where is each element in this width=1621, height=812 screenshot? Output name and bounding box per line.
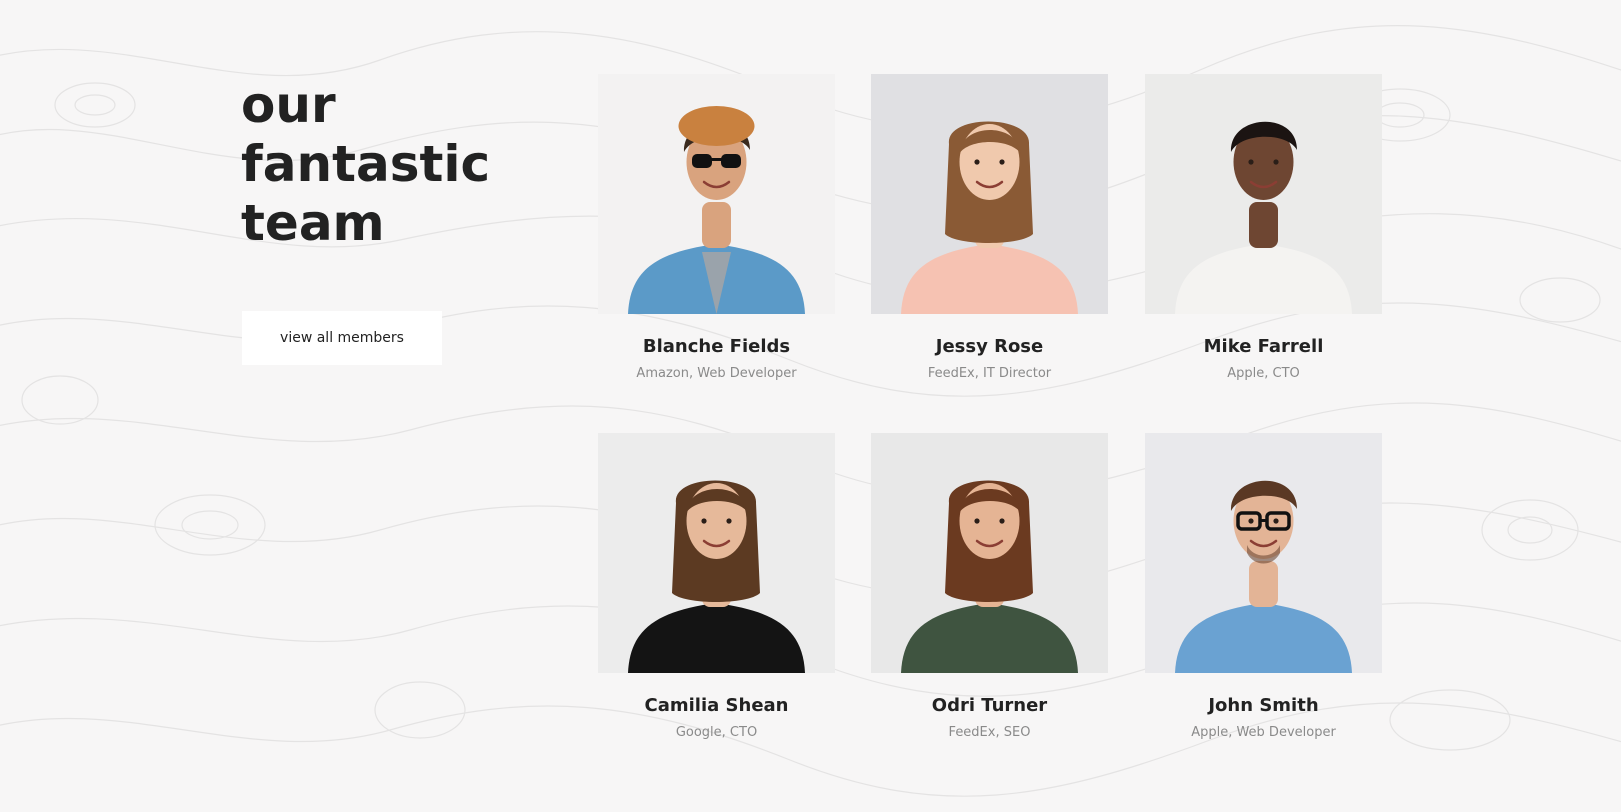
member-photo-image (871, 433, 1108, 673)
team-member-card[interactable]: Mike Farrell Apple, CTO (1145, 74, 1382, 382)
member-photo-image (1145, 74, 1382, 314)
member-name: Blanche Fields (642, 336, 791, 357)
team-member-card[interactable]: Jessy Rose FeedEx, IT Director (871, 74, 1108, 382)
member-photo-image (871, 74, 1108, 314)
member-photo[interactable] (1145, 433, 1382, 673)
member-role: Apple, CTO (1227, 366, 1300, 381)
team-member-card[interactable]: Blanche Fields Amazon, Web Developer (598, 74, 835, 382)
member-role: Amazon, Web Developer (636, 366, 797, 381)
section-title-line-2: fantastic (241, 135, 491, 193)
member-photo-image (598, 74, 835, 314)
team-member-card[interactable]: John Smith Apple, Web Developer (1145, 433, 1382, 741)
member-photo[interactable] (598, 433, 835, 673)
member-name: Jessy Rose (935, 336, 1044, 357)
member-role: FeedEx, SEO (948, 725, 1031, 740)
member-name: Camilia Shean (644, 695, 789, 716)
member-photo[interactable] (1145, 74, 1382, 314)
member-role: FeedEx, IT Director (927, 366, 1052, 381)
member-photo[interactable] (598, 74, 835, 314)
section-title-line-1: our (241, 76, 336, 134)
member-photo-image (598, 433, 835, 673)
member-name: John Smith (1208, 695, 1319, 716)
section-title-line-3: team (241, 194, 385, 252)
section-title: our fantastic team (241, 76, 531, 253)
team-member-card[interactable]: Camilia Shean Google, CTO (598, 433, 835, 741)
member-role: Apple, Web Developer (1191, 725, 1336, 740)
member-name: Odri Turner (931, 695, 1048, 716)
team-member-card[interactable]: Odri Turner FeedEx, SEO (871, 433, 1108, 741)
member-photo[interactable] (871, 74, 1108, 314)
member-role: Google, CTO (675, 725, 758, 740)
view-all-members-button[interactable]: view all members (242, 311, 442, 365)
section-heading-block: our fantastic team (241, 76, 531, 253)
member-photo[interactable] (871, 433, 1108, 673)
member-name: Mike Farrell (1203, 336, 1324, 357)
member-photo-image (1145, 433, 1382, 673)
